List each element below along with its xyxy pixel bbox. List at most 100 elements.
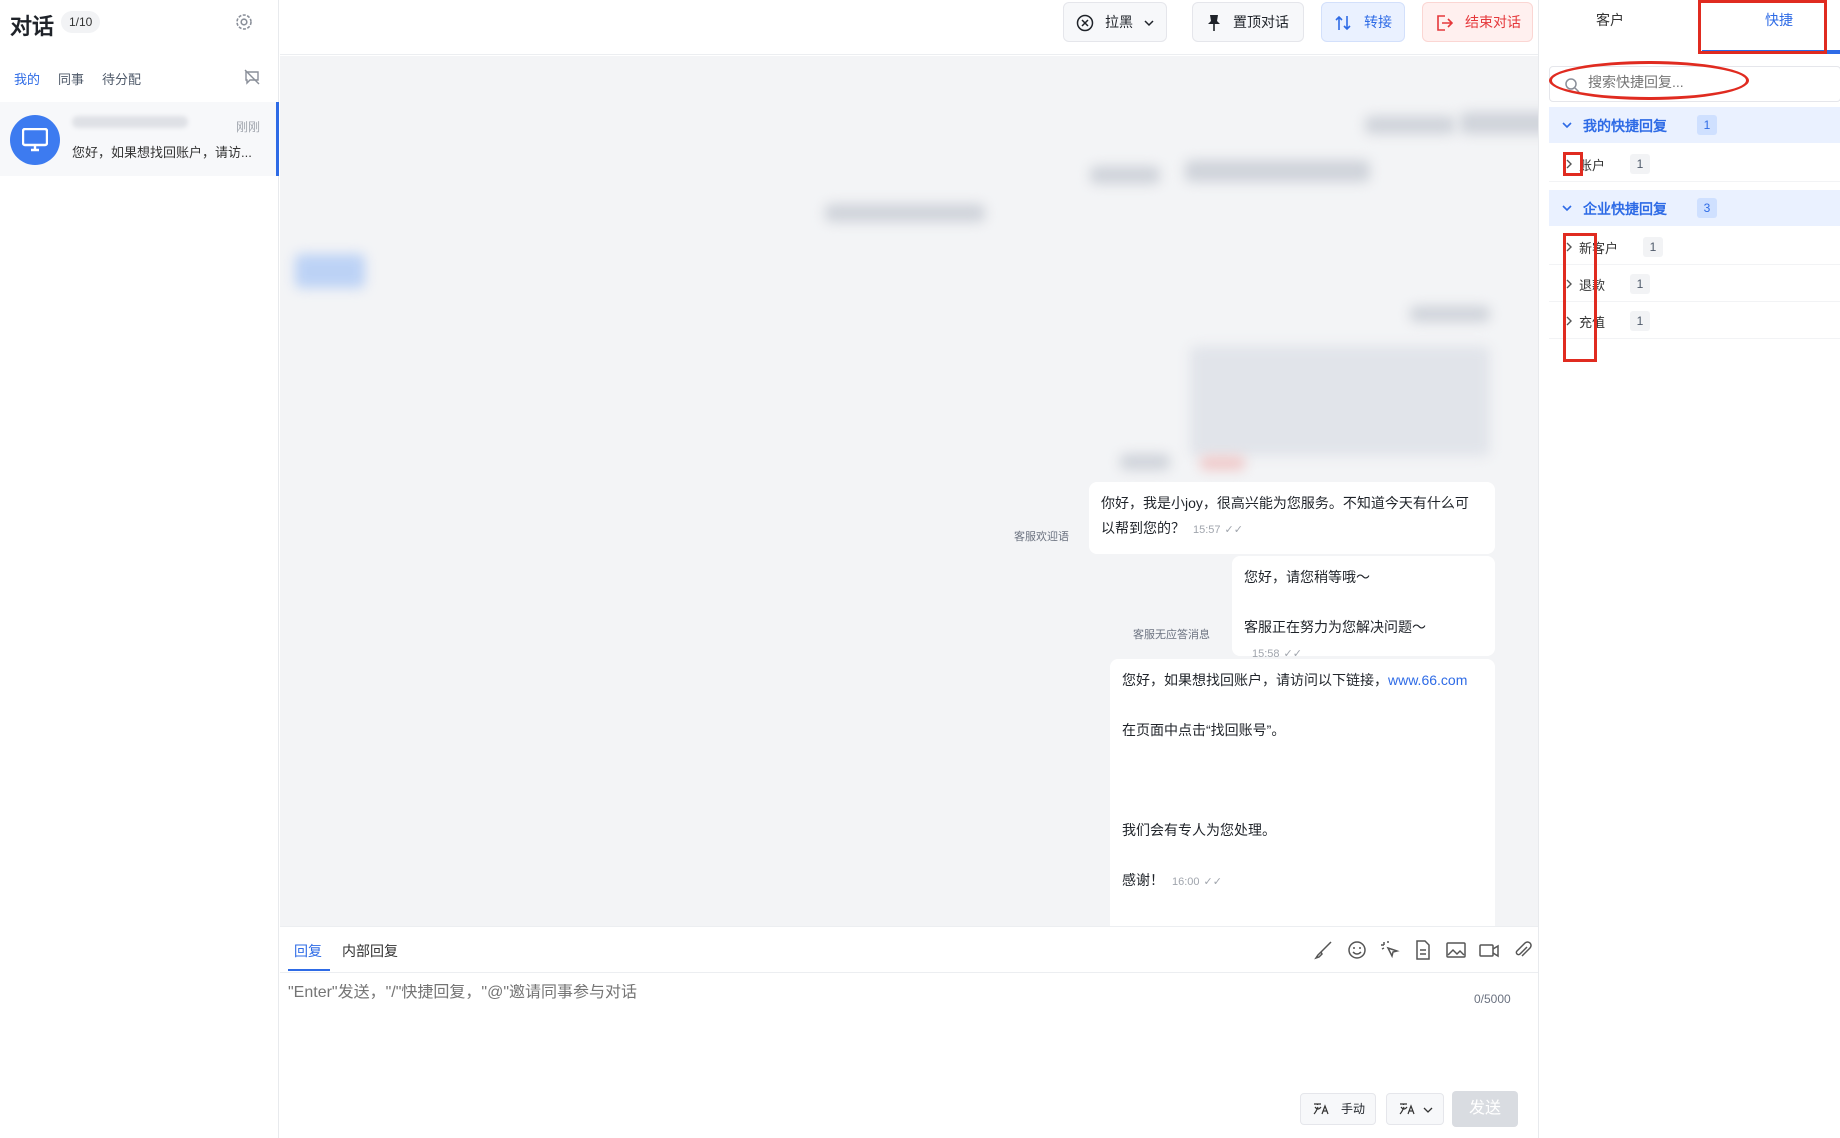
message-bubble: 您好，如果想找回账户，请访问以下链接，www.66.com 在页面中点击“找回账… — [1110, 659, 1495, 944]
message-line-blank — [1122, 743, 1483, 818]
blacklist-label: 拉黑 — [1105, 14, 1133, 30]
brush-icon[interactable] — [1313, 939, 1335, 961]
conversation-preview: 您好，如果想找回账户，请访... — [72, 145, 252, 160]
message-link[interactable]: www.66.com — [1388, 672, 1467, 688]
image-icon[interactable] — [1445, 939, 1467, 961]
message-line: 您好，如果想找回账户，请访问以下链接，www.66.com — [1122, 672, 1468, 688]
message-time: 16:00 — [1172, 876, 1200, 888]
paperclip-icon[interactable] — [1511, 939, 1533, 961]
message-line: 以帮到您的？ 15:57 ✓✓ — [1101, 520, 1243, 536]
conversation-title: 对话 — [10, 14, 55, 39]
message-tag: 客服无应答消息 — [1133, 629, 1210, 641]
section-enterprise-quick-replies[interactable]: 企业快捷回复 3 — [1549, 190, 1840, 226]
transfer-label: 转接 — [1364, 14, 1392, 30]
transfer-button[interactable]: 转接 — [1321, 2, 1405, 42]
document-icon[interactable] — [1412, 939, 1434, 961]
conversation-sidebar: 对话 1/10 我的 同事 待分配 刚刚 您好，如果想找回账户，请访... — [0, 0, 279, 1138]
message-line: 感谢！ 16:00 ✓✓ — [1122, 872, 1222, 888]
video-icon[interactable] — [1478, 939, 1500, 961]
message-line: 在页面中点击“找回账号”。 — [1122, 722, 1286, 738]
blurred-content — [1410, 306, 1490, 322]
tab-customer[interactable]: 客户 — [1596, 10, 1624, 30]
conversation-filters: 我的 同事 待分配 — [0, 66, 279, 90]
section-count-badge: 1 — [1697, 115, 1717, 135]
blurred-content — [1120, 454, 1170, 470]
filter-colleagues[interactable]: 同事 — [58, 69, 84, 88]
blacklist-button[interactable]: 拉黑 — [1063, 2, 1167, 42]
message-input[interactable] — [288, 984, 1288, 1002]
emoji-icon[interactable] — [1346, 939, 1368, 961]
message-area: 客服欢迎语 你好，我是小joy，很高兴能为您服务。不知道今天有什么可 以帮到您的… — [280, 56, 1812, 976]
exit-icon — [1437, 15, 1453, 31]
avatar — [10, 115, 60, 165]
highlight-oval — [1549, 61, 1749, 100]
group-count-badge: 1 — [1630, 274, 1650, 294]
app: 对话 1/10 我的 同事 待分配 刚刚 您好，如果想找回账户，请访... 拉黑… — [0, 0, 1840, 1138]
end-conversation-label: 结束对话 — [1465, 14, 1521, 30]
manual-translate-button[interactable]: 手动 — [1300, 1093, 1376, 1125]
read-check-icon: ✓✓ — [1224, 524, 1243, 536]
chat-header: 拉黑 置顶对话 转接 结束对话 — [280, 0, 1538, 55]
message-line: 我们会有专人为您处理。 — [1122, 822, 1276, 838]
chevron-down-icon — [1423, 1107, 1433, 1113]
divider — [280, 972, 1538, 973]
group-count-badge: 1 — [1630, 311, 1650, 331]
quick-reply-group-item[interactable]: 账户 1 — [1549, 146, 1840, 182]
highlight-box — [1563, 233, 1597, 362]
pin-icon — [1208, 15, 1220, 31]
read-check-icon: ✓✓ — [1203, 876, 1222, 888]
blurred-content — [1365, 116, 1455, 134]
blurred-content — [1200, 456, 1245, 470]
message-line-blank — [1122, 693, 1483, 718]
send-button[interactable]: 发送 — [1452, 1091, 1518, 1127]
hide-chat-icon[interactable] — [243, 68, 261, 86]
highlight-box — [1698, 0, 1827, 54]
chevron-down-icon — [1144, 20, 1154, 27]
tab-internal-reply[interactable]: 内部回复 — [342, 941, 398, 961]
composer: 回复 内部回复 0/5000 手动 发送 — [280, 926, 1538, 1138]
end-conversation-button[interactable]: 结束对话 — [1422, 2, 1533, 42]
active-tab-indicator — [288, 969, 330, 971]
message-tag: 客服欢迎语 — [1014, 531, 1069, 543]
blurred-content — [825, 204, 985, 222]
blurred-content — [1190, 346, 1490, 456]
section-my-quick-replies[interactable]: 我的快捷回复 1 — [1549, 107, 1840, 143]
chevron-down-icon — [1562, 122, 1572, 129]
group-count-badge: 1 — [1643, 237, 1663, 257]
conversation-header: 对话 1/10 — [0, 0, 279, 46]
filter-unassigned[interactable]: 待分配 — [102, 69, 141, 88]
manual-label: 手动 — [1341, 1102, 1366, 1116]
pin-conversation-button[interactable]: 置顶对话 — [1192, 2, 1304, 42]
chevron-down-icon — [1562, 205, 1572, 212]
message-bubble: 您好，请您稍等哦～ 客服正在努力为您解决问题～15:58 ✓✓ — [1232, 556, 1495, 660]
message-line-blank — [1244, 590, 1483, 615]
gear-icon[interactable] — [234, 12, 254, 32]
section-count-badge: 3 — [1697, 198, 1717, 218]
section-title: 企业快捷回复 — [1583, 201, 1667, 217]
message-time: 15:57 — [1193, 524, 1221, 536]
message-line: 您好，请您稍等哦～ — [1244, 569, 1370, 585]
message-line: 你好，我是小joy，很高兴能为您服务。不知道今天有什么可 — [1101, 495, 1469, 511]
conversation-name-blurred — [72, 116, 188, 128]
conversation-item[interactable]: 刚刚 您好，如果想找回账户，请访... — [0, 102, 279, 176]
conversation-time: 刚刚 — [236, 120, 261, 134]
transfer-arrows-icon — [1335, 15, 1351, 31]
close-circle-icon — [1076, 14, 1094, 32]
blurred-content — [1090, 166, 1160, 184]
message-line-blank — [1122, 843, 1483, 868]
blurred-content — [295, 254, 365, 288]
tab-reply[interactable]: 回复 — [294, 941, 322, 961]
message-bubble: 你好，我是小joy，很高兴能为您服务。不知道今天有什么可 以帮到您的？ 15:57… — [1089, 482, 1495, 554]
section-title: 我的快捷回复 — [1583, 118, 1667, 134]
right-panel: 客户 快捷 我的快捷回复 1 账户 1 企业快捷回复 3 新客户 — [1538, 0, 1840, 1138]
pin-label: 置顶对话 — [1233, 14, 1289, 30]
cursor-click-icon[interactable] — [1379, 939, 1401, 961]
translate-icon — [1313, 1103, 1329, 1115]
translate-icon — [1399, 1103, 1415, 1115]
blurred-content — [1185, 160, 1370, 182]
group-count-badge: 1 — [1630, 154, 1650, 174]
conversation-count: 1/10 — [61, 11, 101, 33]
monitor-icon — [22, 128, 48, 152]
filter-mine[interactable]: 我的 — [14, 69, 40, 88]
translate-select-button[interactable] — [1386, 1093, 1444, 1125]
